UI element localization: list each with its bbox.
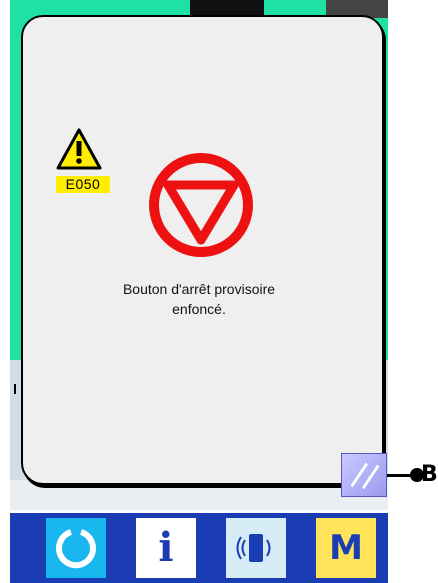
callout-label: B <box>421 462 438 487</box>
warning-triangle-icon <box>56 128 102 170</box>
information-button[interactable]: i <box>136 518 196 578</box>
panel-screen: E050 Bouton d'arrêt provisoire enfoncé. … <box>0 0 390 583</box>
mode-button[interactable]: M <box>316 518 376 578</box>
mode-m-icon: M <box>329 528 363 568</box>
error-message-line-1: Bouton d'arrêt provisoire <box>122 281 276 297</box>
info-icon: i <box>158 524 174 571</box>
communication-button[interactable] <box>226 518 286 578</box>
error-message: Bouton d'arrêt provisoire enfoncé. <box>60 279 338 319</box>
reset-slash-icon <box>350 462 380 490</box>
error-code-badge: E050 <box>56 176 110 193</box>
ready-button[interactable] <box>46 518 106 578</box>
power-arc-icon <box>56 529 96 569</box>
stop-sign-icon <box>149 153 253 257</box>
background-tick <box>14 384 16 394</box>
error-message-line-2: enfoncé. <box>172 301 226 317</box>
reset-button[interactable] <box>341 453 387 497</box>
communication-icon <box>236 534 271 562</box>
